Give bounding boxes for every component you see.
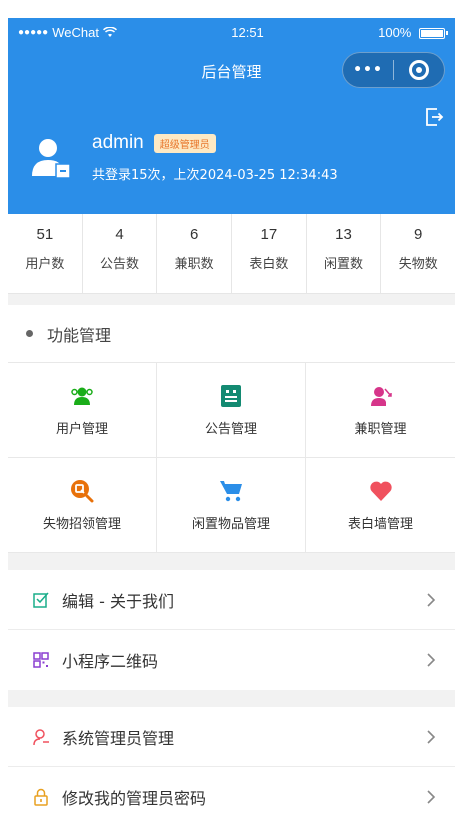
- signal-icon: ●●●●●: [18, 26, 49, 38]
- part-time-icon: [370, 386, 392, 406]
- page-title: 后台管理: [201, 62, 262, 81]
- stat-value: 17: [260, 226, 278, 243]
- more-dots-icon[interactable]: •••: [343, 62, 393, 78]
- stat-label: 闲置数: [324, 257, 364, 272]
- function-label: 兼职管理: [354, 421, 407, 437]
- stat-label: 兼职数: [174, 257, 214, 272]
- wifi-icon: [102, 26, 117, 37]
- carrier-label: WeChat: [52, 24, 99, 40]
- login-info: 共登录15次，上次2024-03-25 12:34:43: [92, 168, 338, 183]
- stat-value: 6: [190, 226, 199, 243]
- chevron-right-icon: [427, 729, 436, 744]
- chevron-right-icon: [427, 653, 436, 667]
- stat-label: 用户数: [25, 257, 65, 272]
- function-label: 闲置物品管理: [191, 516, 270, 532]
- status-bar: ●●●●● WeChat 12:51 100%: [8, 18, 455, 46]
- chevron-right-icon: [427, 592, 436, 607]
- chevron-right-icon: [427, 790, 436, 804]
- function-label: 公告管理: [204, 421, 257, 437]
- section-title-text: 功能管理: [47, 325, 112, 345]
- function-section: 功能管理 用户管理 公告管理 兼职管理 失物招领管理 闲置物品管理 表白墙管理: [8, 305, 455, 553]
- lost-found-icon: [71, 479, 94, 502]
- users-icon: [71, 387, 93, 405]
- function-label: 失物招领管理: [42, 516, 121, 532]
- menu-label: 小程序二维码: [62, 652, 159, 671]
- stat-parttime[interactable]: 6 兼职数: [157, 214, 233, 293]
- menu-edit-about-us[interactable]: 编辑 - 关于我们: [8, 570, 455, 630]
- stats-bar: 51 用户数 4 公告数 6 兼职数 17 表白数 13 闲置数 9 失物数: [8, 214, 455, 294]
- bullet-icon: [26, 330, 33, 337]
- username: admin: [92, 132, 144, 153]
- nav-bar: 后台管理 •••: [8, 46, 455, 96]
- function-label: 表白墙管理: [347, 516, 413, 532]
- battery-percent: 100%: [378, 24, 412, 40]
- stat-label: 失物数: [398, 257, 438, 272]
- notice-icon: [221, 384, 241, 407]
- lock-icon: [34, 788, 48, 806]
- function-notice-management[interactable]: 公告管理: [157, 363, 306, 458]
- menu-label: 编辑 - 关于我们: [62, 591, 174, 611]
- stat-label: 公告数: [100, 257, 140, 272]
- settings-list-2: 系统管理员管理 修改我的管理员密码: [8, 707, 455, 814]
- section-title: 功能管理: [8, 305, 455, 363]
- battery-indicator: 100%: [378, 24, 448, 40]
- function-confession-wall-management[interactable]: 表白墙管理: [306, 458, 455, 553]
- stat-lost[interactable]: 9 失物数: [381, 214, 455, 293]
- avatar-icon[interactable]: [30, 136, 74, 180]
- function-lost-found-management[interactable]: 失物招领管理: [8, 458, 157, 553]
- menu-change-admin-password[interactable]: 修改我的管理员密码: [8, 767, 455, 814]
- mini-program-capsule: •••: [342, 52, 445, 88]
- cart-icon: [220, 480, 242, 501]
- header-panel: ●●●●● WeChat 12:51 100% 后台管理 ••• admin 超…: [8, 18, 455, 214]
- battery-icon: [418, 27, 448, 39]
- logout-icon[interactable]: [423, 106, 445, 128]
- stat-value: 13: [335, 226, 352, 243]
- role-badge: 超级管理员: [153, 133, 216, 153]
- profile-block: admin 超级管理员 共登录15次，上次2024-03-25 12:34:43: [30, 132, 338, 183]
- stat-value: 4: [115, 226, 124, 243]
- heart-icon: [369, 481, 392, 501]
- stat-idle[interactable]: 13 闲置数: [307, 214, 382, 293]
- clock: 12:51: [231, 24, 264, 40]
- function-parttime-management[interactable]: 兼职管理: [306, 363, 455, 458]
- stat-label: 表白数: [249, 257, 289, 272]
- circle-target-icon: [409, 60, 429, 80]
- close-button[interactable]: [394, 60, 444, 80]
- stat-confessions[interactable]: 17 表白数: [232, 214, 307, 293]
- qrcode-icon: [33, 652, 49, 668]
- settings-list-1: 编辑 - 关于我们 小程序二维码: [8, 570, 455, 690]
- stat-value: 51: [36, 226, 54, 243]
- function-idle-goods-management[interactable]: 闲置物品管理: [157, 458, 306, 553]
- stat-value: 9: [414, 226, 423, 243]
- function-label: 用户管理: [55, 421, 108, 437]
- menu-system-admin-management[interactable]: 系统管理员管理: [8, 707, 455, 767]
- stat-users[interactable]: 51 用户数: [8, 214, 83, 293]
- stat-notices[interactable]: 4 公告数: [83, 214, 158, 293]
- menu-mini-program-qrcode[interactable]: 小程序二维码: [8, 630, 455, 690]
- menu-label: 系统管理员管理: [62, 728, 175, 748]
- function-user-management[interactable]: 用户管理: [8, 363, 157, 458]
- phone-screen: ●●●●● WeChat 12:51 100% 后台管理 ••• admin 超…: [8, 18, 455, 814]
- edit-icon: [33, 592, 49, 608]
- admin-user-icon: [33, 728, 49, 745]
- menu-label: 修改我的管理员密码: [62, 789, 207, 808]
- function-grid: 用户管理 公告管理 兼职管理 失物招领管理 闲置物品管理 表白墙管理: [8, 363, 455, 553]
